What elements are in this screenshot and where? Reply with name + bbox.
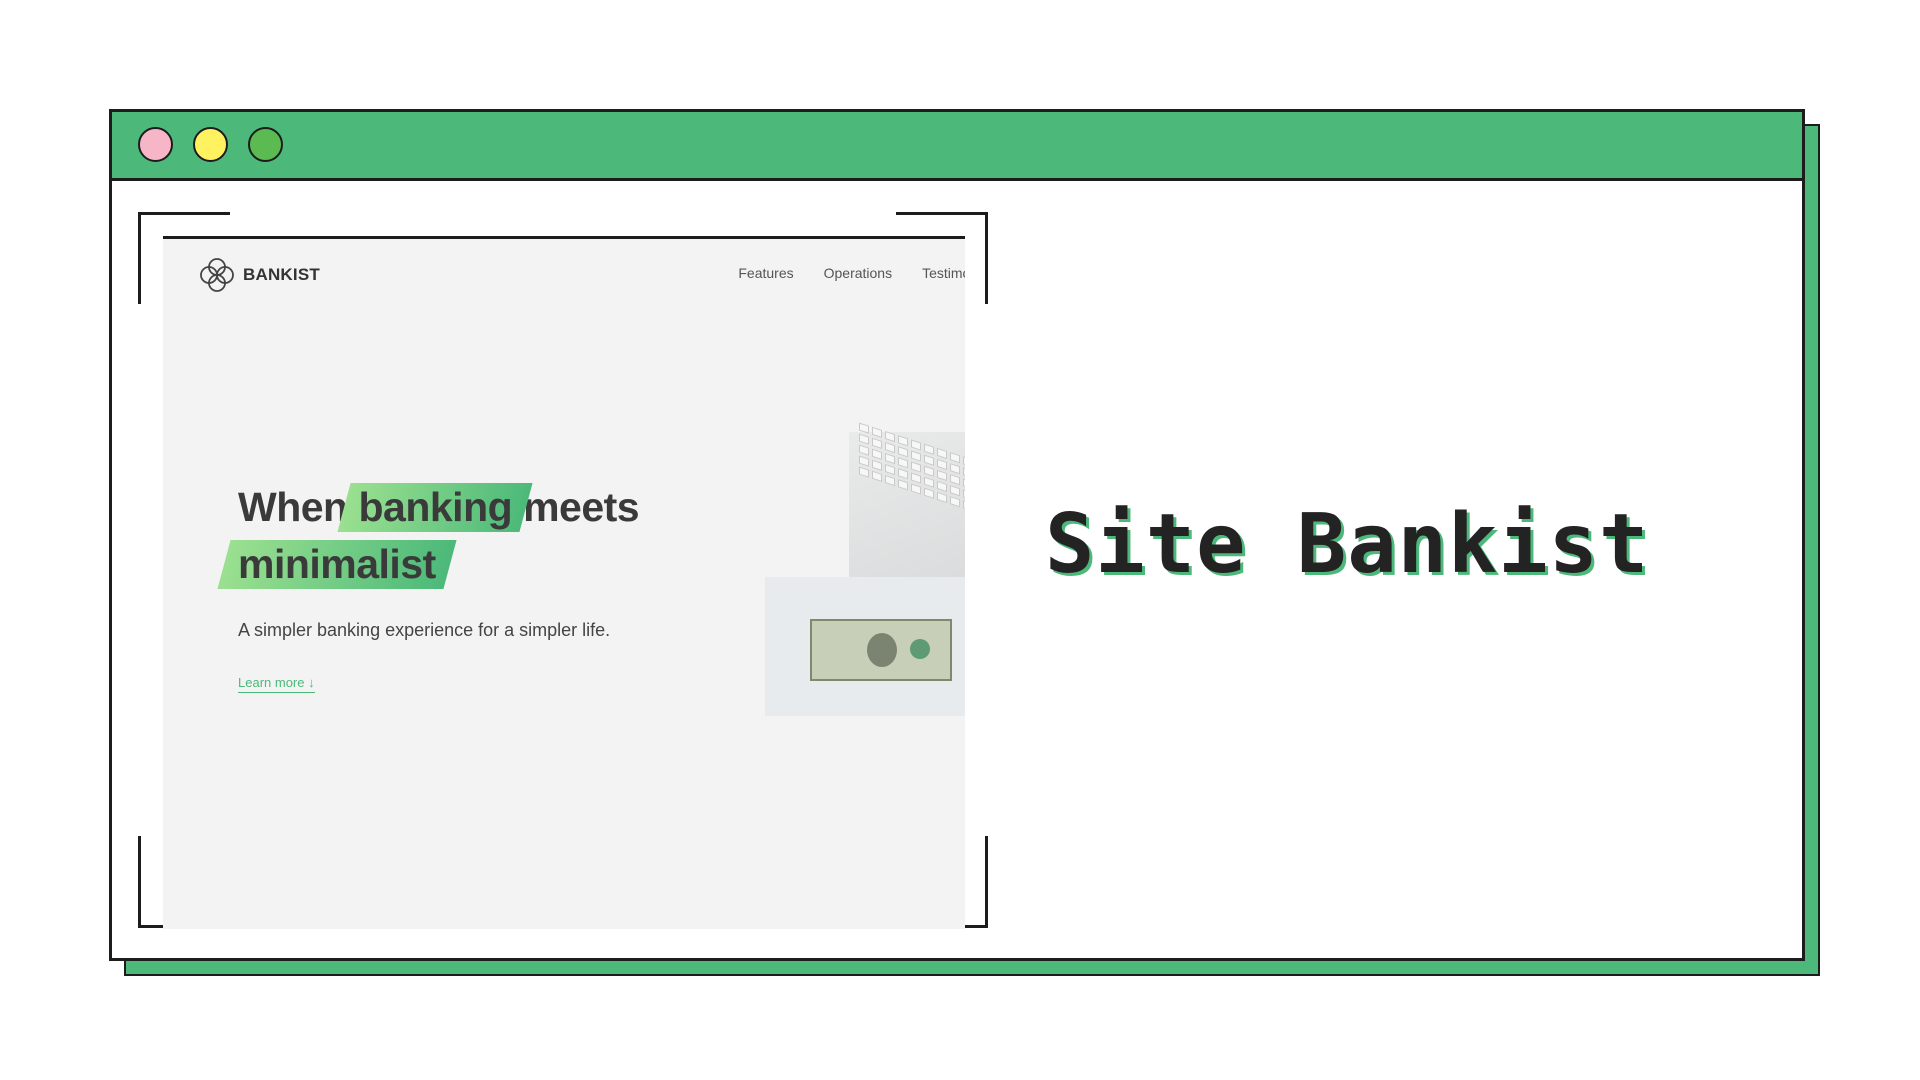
keyboard-key	[937, 458, 947, 471]
hero-subtitle: A simpler banking experience for a simpl…	[238, 620, 611, 640]
hero-title: When banking meets minimalist	[238, 479, 640, 593]
keyboard-key	[885, 452, 895, 465]
hero-title-part: meets	[512, 484, 640, 530]
keyboard-key	[885, 441, 895, 454]
keyboard-key	[911, 439, 921, 451]
keyboard-key	[872, 426, 882, 438]
nav-link-testimonials[interactable]: Testimor	[922, 265, 965, 281]
keyboard-key	[924, 476, 934, 488]
title-bar	[112, 112, 1802, 181]
keyboard-key	[937, 469, 947, 482]
keyboard-key	[950, 463, 960, 475]
nav-link-operations[interactable]: Operations	[824, 265, 892, 281]
keyboard-key	[859, 422, 869, 434]
site-preview: BANKIST Features Operations Testimor Whe…	[163, 236, 965, 929]
keyboard-key	[963, 500, 965, 512]
brand-name: BANKIST	[243, 265, 320, 284]
keyboard-key	[859, 455, 869, 467]
keyboard-key	[963, 489, 965, 501]
keyboard-key	[950, 496, 960, 508]
keyboard-key	[937, 491, 947, 504]
keyboard-key	[872, 470, 882, 482]
keyboard-key	[924, 465, 934, 477]
keyboard-key	[911, 450, 921, 462]
site-logo[interactable]: BANKIST	[199, 257, 320, 293]
keyboard-key	[898, 457, 908, 469]
hero-highlight: minimalist	[238, 536, 436, 593]
keyboard-key	[872, 437, 882, 449]
hero-highlight: banking	[358, 479, 512, 536]
keyboard-key	[937, 447, 947, 460]
keyboard-key	[911, 472, 921, 484]
keyboard-key	[911, 461, 921, 473]
keyboard-key	[859, 466, 869, 478]
keyboard-key	[898, 479, 908, 491]
keyboard-key	[924, 487, 934, 499]
keyboard-key	[924, 454, 934, 466]
keyboard-key	[859, 444, 869, 456]
keyboard-key	[885, 474, 895, 487]
keyboard-image	[849, 422, 965, 598]
keyboard-key	[898, 446, 908, 458]
keyboard-key	[885, 463, 895, 476]
keyboard-key	[963, 467, 965, 479]
keyboard-key	[950, 474, 960, 486]
nav-link-features[interactable]: Features	[738, 265, 793, 281]
keyboard-key	[898, 435, 908, 447]
close-dot[interactable]	[138, 127, 173, 162]
page-title: Site Bankist	[1045, 497, 1650, 592]
keyboard-key	[872, 448, 882, 460]
keyboard-key	[937, 480, 947, 493]
dollar-image	[765, 577, 965, 716]
keyboard-key	[898, 468, 908, 480]
keyboard-key	[924, 443, 934, 455]
keyboard-key	[872, 459, 882, 471]
keyboard-key	[911, 483, 921, 495]
minimize-dot[interactable]	[193, 127, 228, 162]
bankist-logo-icon	[200, 258, 234, 292]
maximize-dot[interactable]	[248, 127, 283, 162]
keyboard-key	[859, 433, 869, 445]
keyboard-key	[885, 430, 895, 443]
keyboard-key	[963, 456, 965, 468]
keyboard-key	[950, 452, 960, 464]
site-nav: Features Operations Testimor	[708, 265, 965, 281]
keyboard-key	[963, 478, 965, 490]
keyboard-key	[950, 485, 960, 497]
learn-more-link[interactable]: Learn more ↓	[238, 675, 315, 693]
dollar-bill-icon	[810, 619, 952, 681]
